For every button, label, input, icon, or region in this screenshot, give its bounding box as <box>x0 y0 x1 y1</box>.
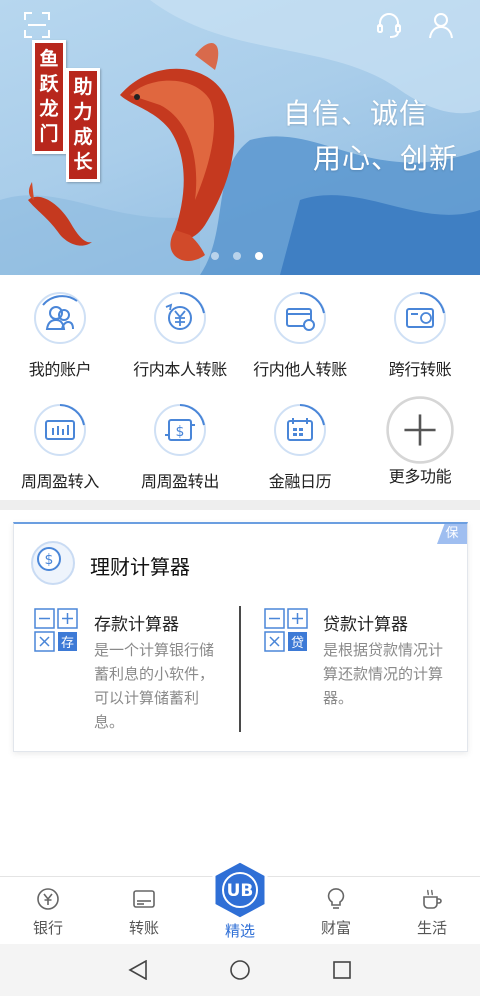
calculator-card: 保 $ 理财计算器 存 存款计算器 是一个计算银行储蓄利息的小软件，可以计算储蓄… <box>13 522 468 752</box>
tab-label: 生活 <box>416 919 447 937</box>
dollar-out-icon: $ <box>154 404 206 456</box>
own-transfer-button[interactable]: 行内本人转账 <box>120 288 240 400</box>
carousel-dot[interactable] <box>211 252 219 260</box>
deposit-calc-icon: 存 <box>34 608 78 652</box>
svg-text:$: $ <box>176 424 185 440</box>
function-label: 周周盈转入 <box>20 472 99 491</box>
calendar-icon <box>274 404 326 456</box>
recent-apps-icon[interactable] <box>332 960 352 980</box>
function-label: 周周盈转出 <box>140 472 219 491</box>
carousel-dot-active[interactable] <box>255 252 263 260</box>
banner-tag-right-text: 助力成长 <box>69 71 97 179</box>
banner-tag-left-text: 鱼跃龙门 <box>35 43 63 151</box>
dollar-coin-icon: $ <box>31 541 75 585</box>
bank-icon <box>37 888 59 910</box>
ub-logo-text: UB <box>227 881 254 901</box>
carousel-dots <box>211 252 263 260</box>
headset-icon[interactable] <box>374 10 404 40</box>
deposit-calc-title: 存款计算器 <box>94 615 179 635</box>
card-title: 理财计算器 <box>90 555 190 579</box>
card-transfer-icon <box>274 292 326 344</box>
function-label: 我的账户 <box>28 360 92 379</box>
weekly-profit-out-button[interactable]: $ 周周盈转出 <box>120 400 240 512</box>
user-icon[interactable] <box>426 10 456 40</box>
banner-tag-left: 鱼跃龙门 <box>32 40 66 154</box>
banner-tag-right: 助力成长 <box>66 68 100 182</box>
more-functions-button[interactable]: 更多功能 <box>360 396 480 512</box>
finance-calendar-button[interactable]: 金融日历 <box>240 400 360 512</box>
tab-label: 精选 <box>224 922 255 940</box>
banner-slogan-line1: 自信、诚信 <box>282 97 428 130</box>
calc-separator <box>239 606 241 732</box>
yuan-transfer-icon <box>154 292 206 344</box>
scan-icon[interactable] <box>22 10 52 40</box>
system-navigation-bar <box>0 944 480 996</box>
banner-carousel[interactable]: 鱼跃龙门 助力成长 自信、诚信 用心、创新 <box>0 0 480 275</box>
function-grid: 我的账户 行内本人转账 行内他人转账 跨行转账 周周盈转入 $ 周周盈转出 金融… <box>0 288 480 512</box>
ub-logo-icon[interactable]: UB <box>209 859 271 921</box>
account-icon <box>34 292 86 344</box>
back-icon[interactable] <box>128 960 148 980</box>
coffee-icon <box>423 889 442 909</box>
plus-icon <box>386 396 454 464</box>
function-label: 行内本人转账 <box>133 360 227 379</box>
my-account-button[interactable]: 我的账户 <box>0 288 120 400</box>
others-transfer-button[interactable]: 行内他人转账 <box>240 288 360 400</box>
loan-calc-icon-char: 贷 <box>291 636 304 651</box>
tab-label: 财富 <box>320 919 351 937</box>
transfer-icon <box>133 890 155 908</box>
loan-calc-icon: 贷 <box>264 608 308 652</box>
loan-calc-title: 贷款计算器 <box>323 615 408 635</box>
function-label: 金融日历 <box>268 472 332 491</box>
function-label: 跨行转账 <box>388 360 452 379</box>
function-label: 行内他人转账 <box>253 360 347 379</box>
section-divider <box>0 500 480 510</box>
chart-in-icon <box>34 404 86 456</box>
insurance-badge: 保 <box>437 524 467 544</box>
loan-calc-desc: 是根据贷款情况计算还款情况的计算器。 <box>323 641 444 707</box>
banner-slogan-line2: 用心、创新 <box>312 142 458 175</box>
carousel-dot[interactable] <box>233 252 241 260</box>
bulb-icon <box>327 888 345 909</box>
function-label: 更多功能 <box>388 467 452 486</box>
interbank-transfer-button[interactable]: 跨行转账 <box>360 288 480 400</box>
svg-text:$: $ <box>45 552 54 568</box>
home-icon[interactable] <box>229 959 251 981</box>
tab-label: 银行 <box>32 919 63 937</box>
weekly-profit-in-button[interactable]: 周周盈转入 <box>0 400 120 512</box>
tab-label: 转账 <box>128 919 159 937</box>
interbank-icon <box>394 292 446 344</box>
deposit-calc-icon-char: 存 <box>61 636 74 651</box>
deposit-calc-desc: 是一个计算银行储蓄利息的小软件，可以计算储蓄利息。 <box>94 641 215 731</box>
